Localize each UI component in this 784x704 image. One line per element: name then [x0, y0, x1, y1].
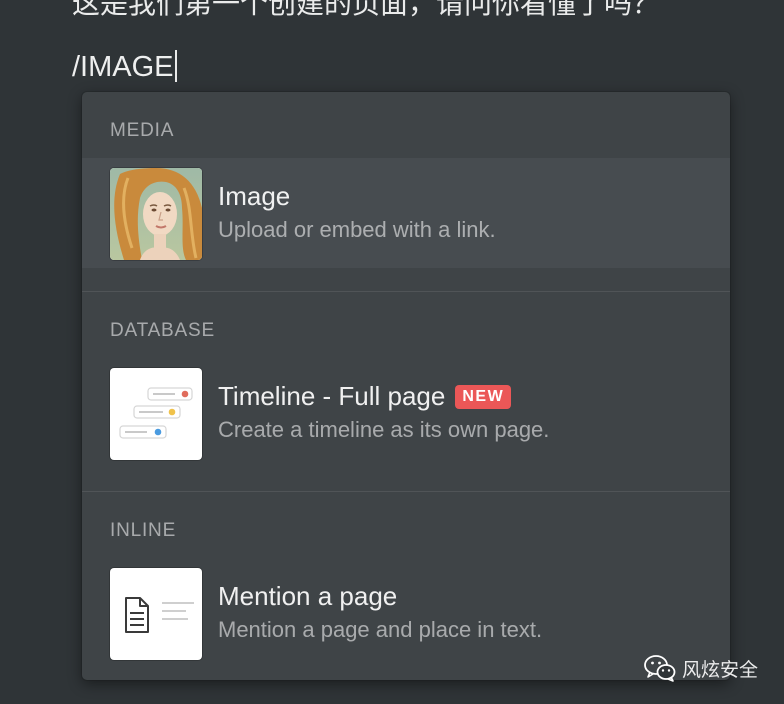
menu-item-image[interactable]: Image Upload or embed with a link.	[82, 158, 730, 268]
watermark-text: 风炫安全	[682, 658, 759, 681]
slash-command-text: /IMAGE	[72, 51, 174, 83]
wechat-icon	[644, 655, 676, 682]
image-thumbnail-icon	[110, 168, 202, 260]
text-caret	[174, 50, 177, 82]
mention-page-icon	[110, 568, 202, 660]
menu-item-title: Image	[218, 181, 291, 211]
watermark: 风炫安全	[644, 654, 758, 682]
menu-item-title: Mention a page	[218, 581, 398, 611]
menu-item-description: Create a timeline as its own page.	[218, 417, 550, 442]
slash-command-input[interactable]: /IMAGE	[72, 48, 177, 86]
section-header: INLINE	[110, 520, 177, 541]
menu-item-timeline-full-page[interactable]: Timeline - Full page NEW Create a timelin…	[82, 358, 730, 468]
menu-item-title-row: Timeline - Full page NEW	[218, 380, 512, 412]
menu-item-title: Timeline - Full page	[218, 381, 446, 411]
section-divider	[82, 291, 730, 292]
slash-command-menu: MEDIA Image Upload or embed with a link.…	[82, 92, 730, 680]
menu-item-description: Upload or embed with a link.	[218, 217, 496, 242]
new-badge: NEW	[455, 385, 512, 409]
section-divider	[82, 491, 730, 492]
section-header: MEDIA	[110, 120, 175, 141]
timeline-icon	[110, 368, 202, 460]
section-header: DATABASE	[110, 320, 215, 341]
menu-item-mention-page[interactable]: Mention a page Mention a page and place …	[82, 558, 730, 668]
previous-text-line[interactable]: 这是我们第一个创建的页面，请问你看懂了吗？	[72, 0, 660, 22]
menu-item-description: Mention a page and place in text.	[218, 617, 543, 642]
editor: 这是我们第一个创建的页面，请问你看懂了吗？ /IMAGE MEDIA Image…	[0, 0, 784, 704]
